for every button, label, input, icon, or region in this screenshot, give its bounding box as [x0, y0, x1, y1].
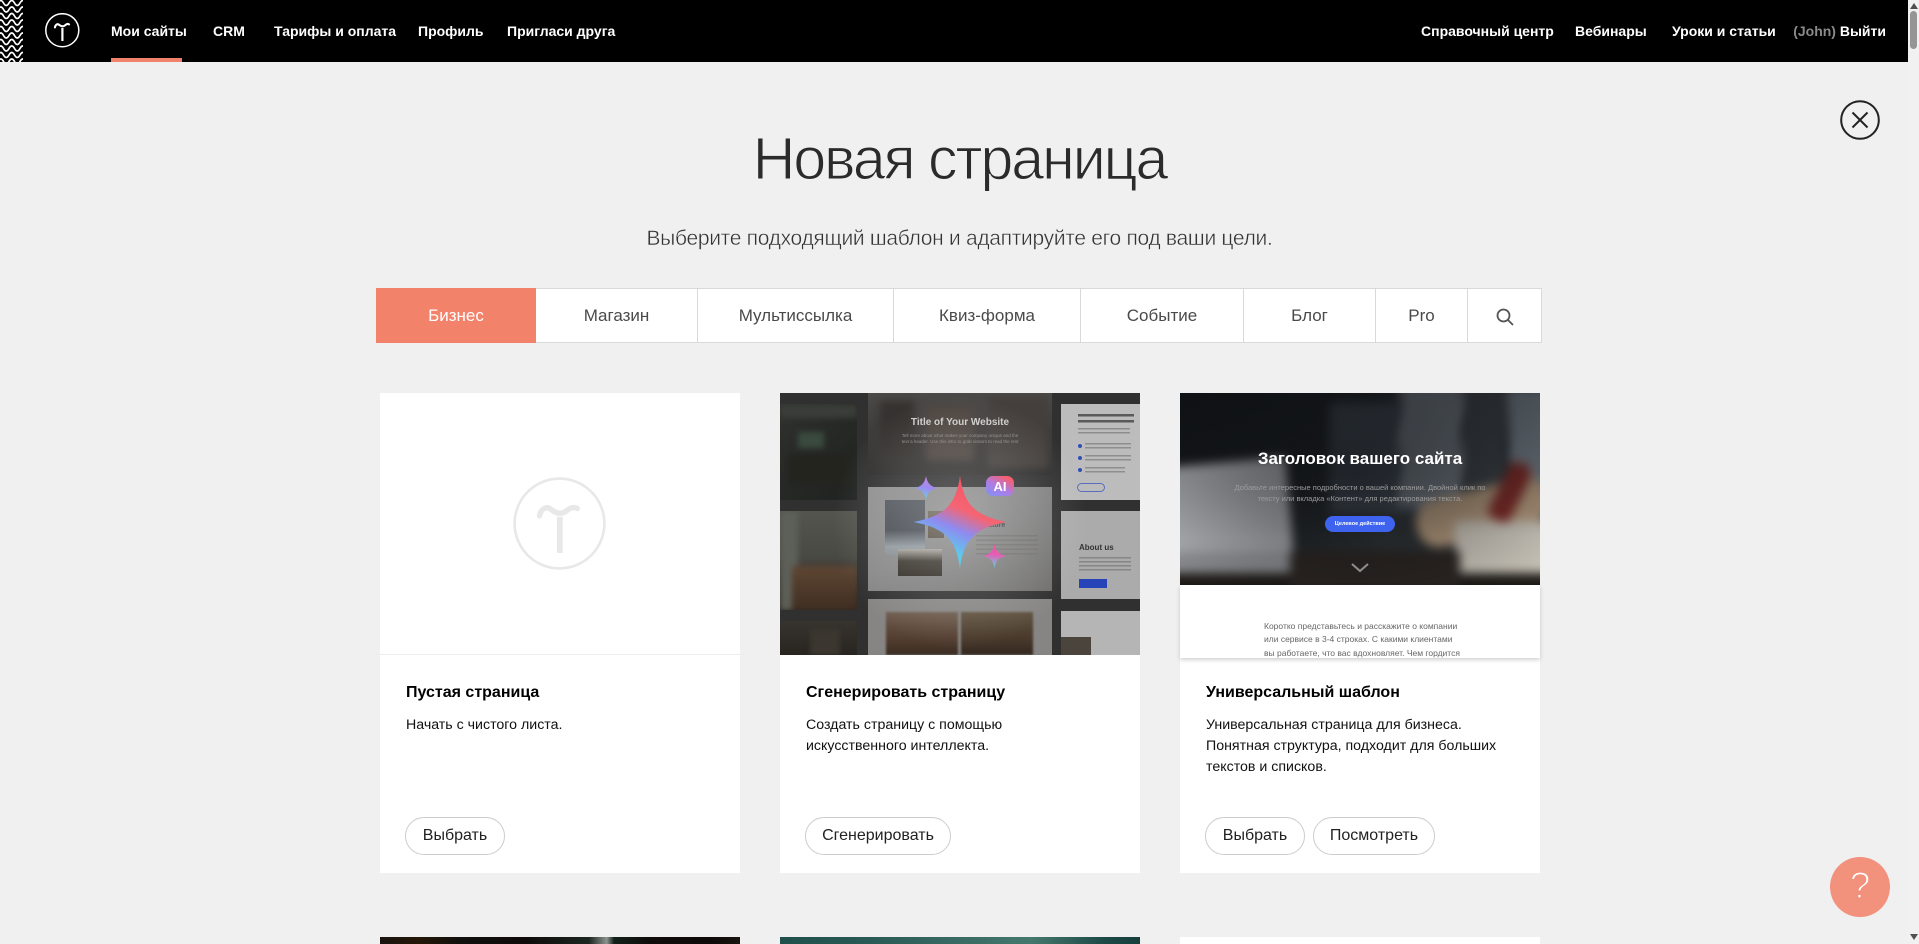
- svg-text:AI: AI: [994, 479, 1007, 494]
